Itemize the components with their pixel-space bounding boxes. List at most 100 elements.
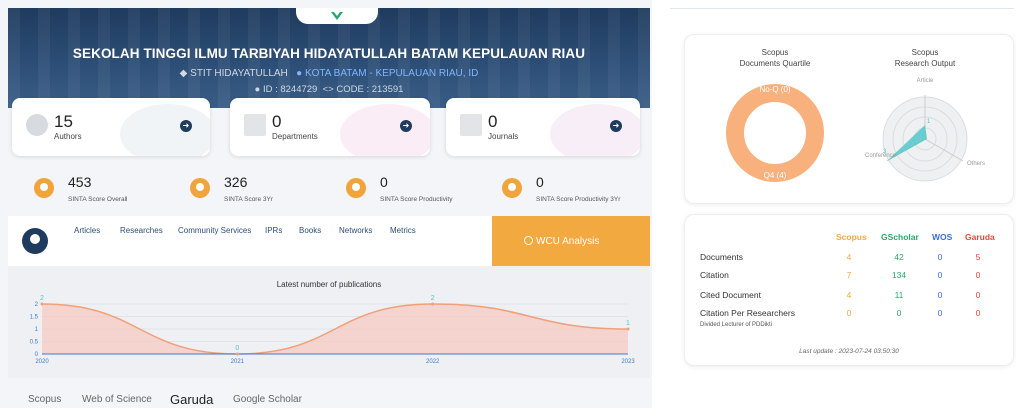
tab-networks[interactable]: Networks [339, 226, 372, 235]
arrow-right-icon[interactable]: ➜ [400, 120, 412, 132]
code-icon: <> [322, 84, 334, 95]
institution-id: ID : 8244729 [262, 84, 318, 95]
institution-location[interactable]: KOTA BATAM - KEPULAUAN RIAU, ID [305, 68, 478, 79]
tab-articles[interactable]: Articles [74, 226, 100, 235]
publications-chart-svg: 21.510.5022020020212202212023 [30, 295, 636, 365]
cell-value: 0 [937, 308, 943, 318]
score-value: 453 [68, 174, 92, 190]
data-point [626, 327, 630, 331]
y-tick-label: 2 [35, 302, 39, 308]
quartile-donut: No-Q (0) Q4 (4) [726, 84, 824, 182]
authors-card[interactable]: 15 Authors ➜ [12, 98, 210, 156]
cell-value: 0 [937, 270, 943, 280]
tab-web-of-science[interactable]: Web of Science [82, 394, 152, 405]
row-label-citation: Citation [700, 270, 729, 280]
data-point [431, 302, 435, 306]
data-label: 1 [626, 320, 630, 327]
arrow-right-icon[interactable]: ➜ [180, 120, 192, 132]
header-gscholar: GScholar [881, 232, 919, 242]
header-wos: WOS [932, 232, 953, 242]
profile-banner: SEKOLAH TINGGI ILMU TARBIYAH HIDAYATULLA… [8, 8, 650, 108]
cell-value: 0 [937, 252, 943, 262]
graduation-cap-icon [190, 178, 210, 198]
cell-value: 4 [846, 252, 852, 262]
scopus-charts-panel: Scopus Documents Quartile No-Q (0) Q4 (4… [684, 34, 1014, 204]
cell-value: 42 [894, 252, 904, 262]
cell-value: 0 [846, 308, 852, 318]
cell-value: 134 [891, 270, 907, 280]
data-label: 2 [40, 295, 44, 302]
user-badge-icon [346, 178, 366, 198]
quartile-title-line1: Scopus [761, 48, 789, 57]
book-icon [460, 114, 482, 136]
journals-card[interactable]: 0 Journals ➜ [446, 98, 640, 156]
arrow-right-icon[interactable]: ➜ [610, 120, 622, 132]
tag-icon: ◆ [179, 68, 188, 79]
cell-value: 5 [975, 252, 981, 262]
wcu-analysis-label: WCU Analysis [536, 236, 600, 247]
research-output-title-line1: Scopus [911, 48, 939, 57]
institution-subtitle: ◆ STIT HIDAYATULLAH ● KOTA BATAM - KEPUL… [8, 68, 650, 79]
data-label: 2 [431, 295, 435, 302]
authors-count: 15 [54, 112, 73, 131]
x-tick-label: 2021 [231, 359, 245, 365]
data-point [235, 352, 239, 356]
departments-count: 0 [272, 112, 282, 131]
x-tick-label: 2023 [621, 359, 635, 365]
users-icon [26, 114, 48, 136]
wcu-analysis-button[interactable]: WCU Analysis [492, 216, 650, 266]
table-note: Divided Lecturer of PDDikti [700, 322, 773, 328]
research-output-radar: Article Conference Others 1 3 [865, 78, 985, 182]
data-point [40, 302, 44, 306]
header-garuda: Garuda [965, 232, 995, 242]
cell-value: 4 [846, 290, 852, 300]
tab-books[interactable]: Books [299, 226, 321, 235]
x-tick-label: 2022 [426, 359, 440, 365]
tab-metrics[interactable]: Metrics [390, 226, 416, 235]
publications-chart: Latest number of publications 2 1.5 1 0.5 0 2… [8, 266, 650, 378]
data-label: 0 [235, 345, 239, 352]
row-label-citation-per-researchers: Citation Per Researchers [700, 308, 795, 318]
cell-value: 0 [975, 270, 981, 280]
institution-ids: ● ID : 8244729 <> CODE : 213591 [8, 84, 650, 95]
radar-axis-others: Others [967, 161, 985, 167]
score-value: 0 [380, 174, 388, 190]
tab-garuda[interactable]: Garuda [170, 392, 213, 407]
row-label-cited-document: Cited Document [700, 290, 761, 300]
profile-tabs: Articles Researches Community Services I… [8, 216, 492, 266]
journals-count: 0 [488, 112, 498, 131]
journals-label: Journals [488, 132, 519, 141]
departments-card[interactable]: 0 Departments ➜ [230, 98, 430, 156]
cell-value: 0 [896, 308, 902, 318]
divider [670, 8, 1014, 9]
cell-value: 0 [975, 290, 981, 300]
cell-value: 7 [846, 270, 852, 280]
tab-community-services[interactable]: Community Services [178, 226, 251, 235]
score-label: SINTA Score Overall [68, 196, 128, 203]
quartile-title-line2: Documents Quartile [739, 59, 811, 68]
score-label: SINTA Score 3Yr [224, 196, 274, 203]
departments-label: Departments [272, 132, 318, 141]
quartile-top-label: No-Q (0) [759, 85, 790, 94]
radar-axis-article: Article [917, 78, 934, 84]
tab-iprs[interactable]: IPRs [265, 226, 282, 235]
left-content: SEKOLAH TINGGI ILMU TARBIYAH HIDAYATULLA… [0, 0, 652, 408]
quartile-bottom-label: Q4 (4) [764, 171, 787, 180]
score-value: 0 [536, 174, 544, 190]
tab-researches[interactable]: Researches [120, 226, 163, 235]
building-icon [244, 114, 266, 136]
y-tick-label: 0.5 [30, 340, 39, 346]
authors-label: Authors [54, 132, 82, 141]
x-tick-label: 2020 [35, 359, 49, 365]
tab-scopus[interactable]: Scopus [28, 394, 61, 405]
score-label: SINTA Score Productivity 3Yr [536, 196, 621, 203]
cell-value: 11 [894, 290, 904, 300]
header-scopus: Scopus [836, 232, 867, 242]
y-tick-label: 1.5 [30, 315, 39, 321]
institution-name: SEKOLAH TINGGI ILMU TARBIYAH HIDAYATULLA… [72, 46, 586, 61]
avatar [22, 228, 48, 254]
research-output-title: Scopus Research Output [865, 47, 985, 69]
tab-google-scholar[interactable]: Google Scholar [233, 394, 302, 405]
last-update: Last update : 2023-07-24 03:50:30 [799, 348, 899, 355]
cell-value: 0 [975, 308, 981, 318]
